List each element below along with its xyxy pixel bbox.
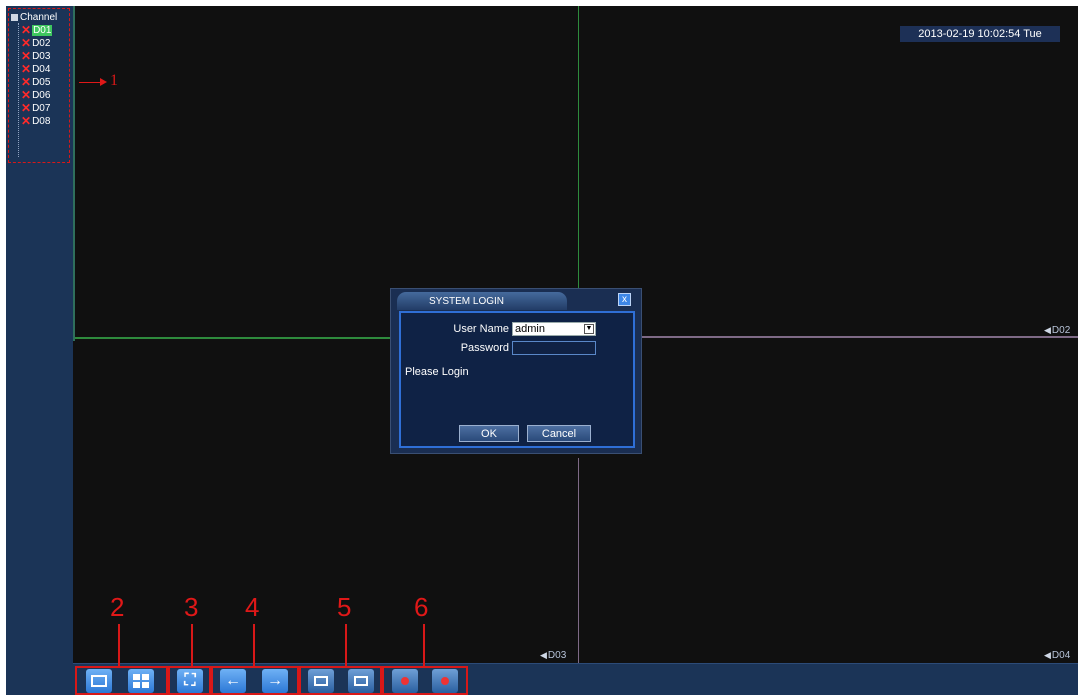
user-name-value: admin <box>515 323 545 335</box>
annotation-pointer <box>118 624 120 666</box>
tree-connector <box>18 23 20 157</box>
quad-view-button[interactable] <box>128 669 154 693</box>
record-start-button[interactable] <box>308 669 334 693</box>
single-view-button[interactable] <box>86 669 112 693</box>
collapse-icon[interactable] <box>11 13 18 21</box>
single-view-icon <box>91 675 107 687</box>
disconnected-icon: ✕ <box>21 88 32 102</box>
channel-name: D06 <box>32 89 51 101</box>
channel-label-d04: ◀ D04 <box>1044 650 1071 661</box>
speaker-icon: ◀ <box>540 650 547 660</box>
annotation-pointer <box>423 624 425 666</box>
annotation-label-1: 1 <box>110 72 118 89</box>
channel-item-d01[interactable]: ✕ D01 <box>21 23 53 37</box>
next-page-button[interactable]: → <box>262 669 288 693</box>
password-field[interactable] <box>512 341 596 355</box>
dialog-title-tab: SYSTEM LOGIN <box>397 292 567 310</box>
channel-item-d06[interactable]: ✕ D06 <box>21 88 51 102</box>
password-label: Password <box>460 342 509 354</box>
channel-tree-header[interactable]: Channel <box>11 11 57 23</box>
speaker-icon: ◀ <box>1044 650 1051 660</box>
record-delete-icon <box>441 677 449 685</box>
annotation-label-3: 3 <box>184 592 199 622</box>
record-stop-icon <box>354 676 368 686</box>
ok-button[interactable]: OK <box>459 425 519 442</box>
record-mode-icon <box>401 677 409 685</box>
fullscreen-icon: ⛶ <box>184 672 196 689</box>
channel-name: D05 <box>32 76 51 88</box>
record-mode-button[interactable] <box>392 669 418 693</box>
channel-sidebar: Channel ✕ D01 ✕ D02 ✕ D03 ✕ D04 ✕ D05 ✕ D06 ✕ D… <box>6 6 73 695</box>
channel-label-d02: ◀ D02 <box>1044 325 1071 336</box>
disconnected-icon: ✕ <box>21 62 32 76</box>
channel-tree-title: Channel <box>20 11 58 23</box>
channel-item-d08[interactable]: ✕ D08 <box>21 114 51 128</box>
channel-label-d03: ◀ D03 <box>540 650 567 661</box>
annotation-label-4: 4 <box>245 592 260 622</box>
record-delete-button[interactable] <box>432 669 458 693</box>
arrow-left-icon: ← <box>225 672 241 689</box>
fullscreen-button[interactable]: ⛶ <box>177 669 203 693</box>
record-start-icon <box>314 676 328 686</box>
login-status-text: Please Login <box>405 366 469 378</box>
channel-item-d04[interactable]: ✕ D04 <box>21 62 51 76</box>
channel-name: D04 <box>32 63 51 75</box>
disconnected-icon: ✕ <box>21 114 32 128</box>
dialog-body: User Name admin ▼ Password Please Login … <box>399 311 635 448</box>
annotation-pointer <box>191 624 193 666</box>
login-dialog: SYSTEM LOGIN x User Name admin ▼ Passwor… <box>390 288 642 454</box>
chevron-down-icon[interactable]: ▼ <box>584 324 594 334</box>
grid-divider <box>578 458 579 663</box>
channel-item-d02[interactable]: ✕ D02 <box>21 36 51 50</box>
disconnected-icon: ✕ <box>21 75 32 89</box>
channel-name: D03 <box>32 50 51 62</box>
speaker-icon: ◀ <box>1044 325 1051 335</box>
disconnected-icon: ✕ <box>21 23 32 37</box>
channel-name: D02 <box>32 37 51 49</box>
close-icon[interactable]: x <box>618 293 631 306</box>
grid-divider <box>75 337 395 339</box>
cancel-button[interactable]: Cancel <box>527 425 591 442</box>
user-name-label: User Name <box>453 323 509 335</box>
annotation-arrowhead <box>100 78 107 86</box>
channel-tree: Channel ✕ D01 ✕ D02 ✕ D03 ✕ D04 ✕ D05 ✕ D06 ✕ D… <box>8 8 70 163</box>
disconnected-icon: ✕ <box>21 36 32 50</box>
annotation-pointer <box>253 624 255 666</box>
channel-name: D07 <box>32 102 51 114</box>
disconnected-icon: ✕ <box>21 101 32 115</box>
channel-name: D01 <box>32 24 53 36</box>
channel-item-d03[interactable]: ✕ D03 <box>21 49 51 63</box>
datetime-display: 2013-02-19 10:02:54 Tue <box>900 26 1060 42</box>
annotation-label-6: 6 <box>414 592 429 622</box>
user-name-select[interactable]: admin ▼ <box>512 322 596 336</box>
annotation-label-5: 5 <box>337 592 352 622</box>
grid-divider <box>73 6 75 341</box>
channel-item-d05[interactable]: ✕ D05 <box>21 75 51 89</box>
channel-item-d07[interactable]: ✕ D07 <box>21 101 51 115</box>
record-stop-button[interactable] <box>348 669 374 693</box>
arrow-right-icon: → <box>267 672 283 689</box>
annotation-label-2: 2 <box>110 592 125 622</box>
annotation-pointer <box>345 624 347 666</box>
previous-page-button[interactable]: ← <box>220 669 246 693</box>
channel-name: D08 <box>32 115 51 127</box>
disconnected-icon: ✕ <box>21 49 32 63</box>
quad-view-icon <box>133 674 149 688</box>
grid-divider <box>638 336 1078 338</box>
dvr-screen: Channel ✕ D01 ✕ D02 ✕ D03 ✕ D04 ✕ D05 ✕ D06 ✕ D… <box>6 6 1078 695</box>
